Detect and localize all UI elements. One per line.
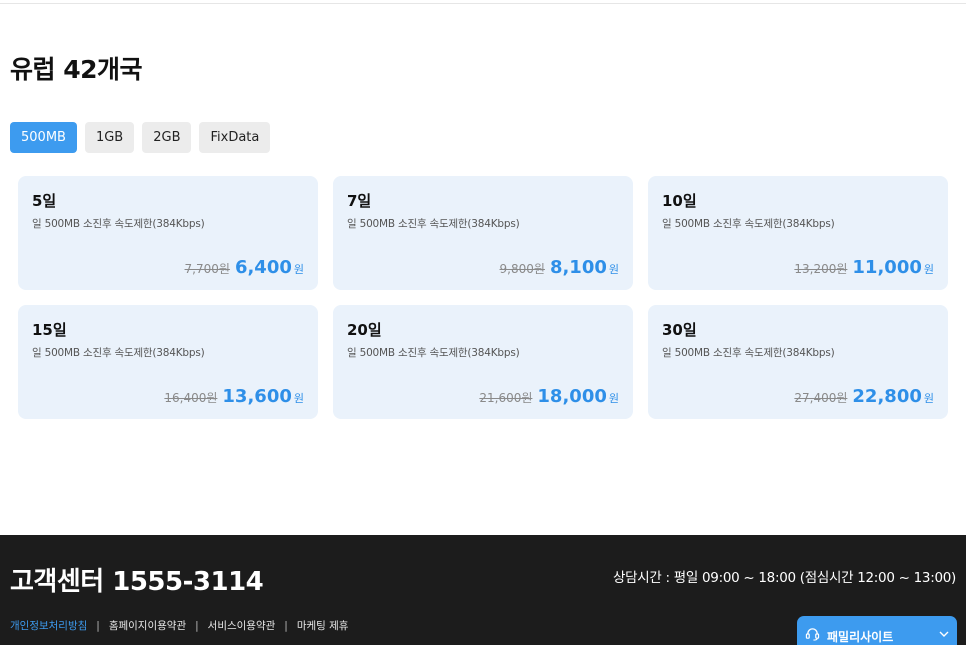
- plan-description: 일 500MB 소진후 속도제한(384Kbps): [662, 347, 835, 359]
- family-site-dropdown[interactable]: 패밀리사이트: [797, 616, 957, 645]
- plan-price: 27,400원 22,800 원: [794, 386, 934, 407]
- original-price: 9,800원: [499, 262, 545, 276]
- sale-price: 8,100: [549, 257, 607, 278]
- sale-price: 6,400: [234, 257, 292, 278]
- plan-price: 21,600원 18,000 원: [479, 386, 619, 407]
- price-unit: 원: [923, 392, 934, 405]
- original-price: 13,200원: [794, 262, 848, 276]
- footer-links: 개인정보처리방침 | 홈페이지이용약관 | 서비스이용약관 | 마케팅 제휴: [10, 618, 348, 633]
- price-unit: 원: [293, 263, 304, 276]
- sale-price: 11,000: [852, 257, 922, 278]
- plan-price: 13,200원 11,000 원: [794, 257, 934, 278]
- page-title: 유럽 42개국: [10, 55, 143, 84]
- plan-description: 일 500MB 소진후 속도제한(384Kbps): [32, 218, 205, 230]
- plan-card-20days[interactable]: 20일 일 500MB 소진후 속도제한(384Kbps) 21,600원 18…: [333, 305, 633, 419]
- plan-days: 15일: [32, 321, 67, 339]
- plan-price: 16,400원 13,600 원: [164, 386, 304, 407]
- family-site-label: 패밀리사이트: [827, 630, 894, 644]
- sale-price: 13,600: [222, 386, 292, 407]
- consultation-hours: 상담시간 : 평일 09:00 ~ 18:00 (점심시간 12:00 ~ 13…: [613, 570, 956, 586]
- price-unit: 원: [608, 392, 619, 405]
- price-unit: 원: [293, 392, 304, 405]
- original-price: 21,600원: [479, 391, 533, 405]
- tab-1gb[interactable]: 1GB: [84, 122, 135, 153]
- tab-2gb[interactable]: 2GB: [142, 122, 192, 153]
- link-separator: |: [284, 619, 288, 632]
- plan-description: 일 500MB 소진후 속도제한(384Kbps): [32, 347, 205, 359]
- privacy-policy-link[interactable]: 개인정보처리방침: [10, 618, 87, 633]
- tab-500mb[interactable]: 500MB: [10, 122, 77, 153]
- plan-price: 7,700원 6,400 원: [185, 257, 304, 278]
- sale-price: 18,000: [537, 386, 607, 407]
- plan-card-10days[interactable]: 10일 일 500MB 소진후 속도제한(384Kbps) 13,200원 11…: [648, 176, 948, 290]
- plan-price: 9,800원 8,100 원: [500, 257, 619, 278]
- price-unit: 원: [923, 263, 934, 276]
- link-separator: |: [195, 619, 199, 632]
- plan-days: 30일: [662, 321, 697, 339]
- sale-price: 22,800: [852, 386, 922, 407]
- plan-days: 7일: [347, 192, 372, 210]
- headset-icon: [805, 628, 820, 641]
- customer-center-phone: 고객센터 1555-3114: [10, 567, 264, 597]
- top-divider: [0, 0, 966, 4]
- tab-fixdata[interactable]: FixData: [199, 122, 271, 153]
- plan-card-30days[interactable]: 30일 일 500MB 소진후 속도제한(384Kbps) 27,400원 22…: [648, 305, 948, 419]
- data-amount-tabs: 500MB 1GB 2GB FixData: [10, 122, 271, 153]
- plan-days: 10일: [662, 192, 697, 210]
- link-separator: |: [96, 619, 100, 632]
- original-price: 7,700원: [184, 262, 230, 276]
- original-price: 27,400원: [794, 391, 848, 405]
- website-terms-link[interactable]: 홈페이지이용약관: [109, 618, 186, 633]
- chevron-down-icon: [939, 631, 949, 637]
- plan-description: 일 500MB 소진후 속도제한(384Kbps): [347, 347, 520, 359]
- plan-grid: 5일 일 500MB 소진후 속도제한(384Kbps) 7,700원 6,40…: [18, 176, 949, 419]
- plan-card-7days[interactable]: 7일 일 500MB 소진후 속도제한(384Kbps) 9,800원 8,10…: [333, 176, 633, 290]
- price-unit: 원: [608, 263, 619, 276]
- marketing-partnership-link[interactable]: 마케팅 제휴: [297, 618, 349, 633]
- plan-days: 20일: [347, 321, 382, 339]
- service-terms-link[interactable]: 서비스이용약관: [208, 618, 276, 633]
- plan-card-15days[interactable]: 15일 일 500MB 소진후 속도제한(384Kbps) 16,400원 13…: [18, 305, 318, 419]
- plan-description: 일 500MB 소진후 속도제한(384Kbps): [662, 218, 835, 230]
- plan-days: 5일: [32, 192, 57, 210]
- original-price: 16,400원: [164, 391, 218, 405]
- plan-description: 일 500MB 소진후 속도제한(384Kbps): [347, 218, 520, 230]
- plan-card-5days[interactable]: 5일 일 500MB 소진후 속도제한(384Kbps) 7,700원 6,40…: [18, 176, 318, 290]
